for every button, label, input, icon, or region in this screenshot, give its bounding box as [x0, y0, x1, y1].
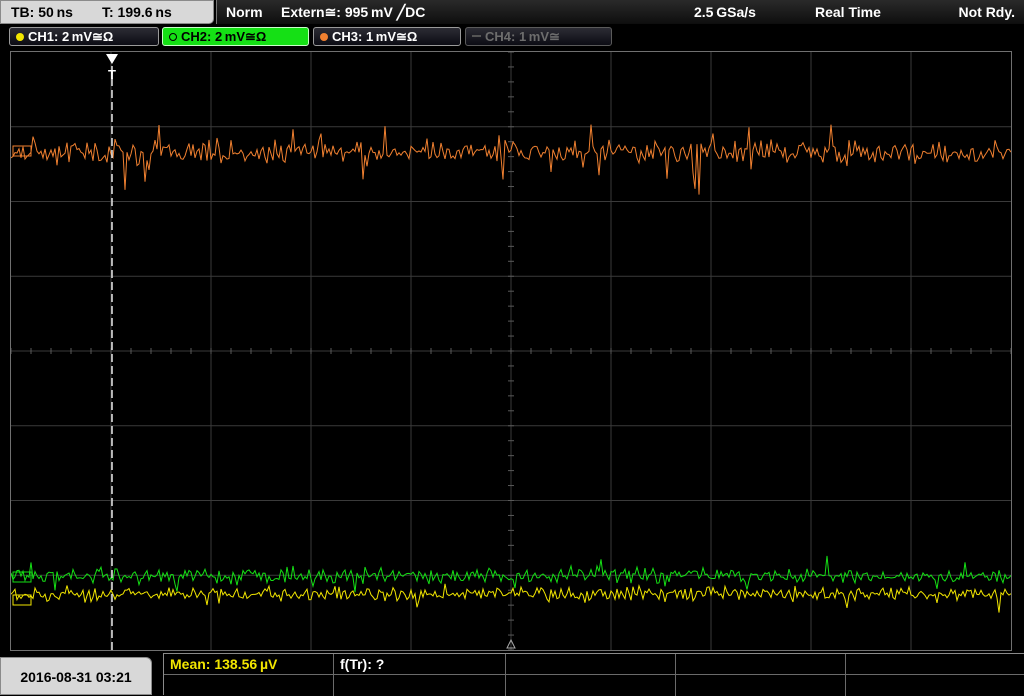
trigger-source: Extern≅: 995 mV ╱DC [281, 4, 426, 20]
acquisition-status: Not Rdy. [958, 4, 1015, 20]
trigger-time-value: T: 199.6 ns [102, 4, 172, 20]
date-time-display: 2016-08-31 03:21 [0, 657, 152, 695]
timebase-box[interactable]: TB: 50 ns T: 199.6 ns [0, 0, 214, 24]
channel-tab-ch2[interactable]: CH2: 2 mV≅Ω [162, 27, 309, 46]
ch1-color-dot-icon [16, 33, 24, 41]
ch4-label: CH4: 1 mV≅ [485, 29, 560, 44]
trigger-mode: Norm [226, 4, 263, 20]
trigger-marker-icon[interactable] [106, 54, 118, 64]
waveform-canvas: T [11, 52, 1011, 650]
ch4-off-dash-icon [472, 35, 481, 37]
channel-tab-ch4[interactable]: CH4: 1 mV≅ [465, 27, 612, 46]
measurement-mean-value: Mean: 138.56 µV [170, 656, 278, 672]
trigger-status-strip[interactable]: Norm Extern≅: 995 mV ╱DC 2.5 GSa/s Real … [216, 0, 1024, 24]
graticule [11, 52, 1011, 650]
ch2-color-dot-icon [169, 33, 177, 41]
channel-tab-ch1[interactable]: CH1: 2 mV≅Ω [9, 27, 159, 46]
ch2-label: CH2: 2 mV≅Ω [181, 29, 267, 44]
measurement-cell-4[interactable] [676, 654, 846, 696]
acquisition-mode: Real Time [815, 4, 881, 20]
measurement-divider [164, 674, 1024, 675]
timebase-value: TB: 50 ns [11, 4, 73, 20]
measurement-cell-3[interactable] [506, 654, 676, 696]
measurement-ftr-value: f(Tr): ? [340, 656, 385, 672]
trigger-marker-label: T [108, 67, 116, 82]
ch3-label: CH3: 1 mV≅Ω [332, 29, 418, 44]
channel-tab-ch3[interactable]: CH3: 1 mV≅Ω [313, 27, 461, 46]
ch3-color-dot-icon [320, 33, 328, 41]
ch1-label: CH1: 2 mV≅Ω [28, 29, 114, 44]
waveform-display[interactable]: T [10, 51, 1012, 651]
measurement-panel[interactable]: Mean: 138.56 µV f(Tr): ? [163, 653, 1024, 696]
status-bar: TB: 50 ns T: 199.6 ns Norm Extern≅: 995 … [0, 0, 1024, 24]
sample-rate: 2.5 GSa/s [694, 4, 756, 20]
